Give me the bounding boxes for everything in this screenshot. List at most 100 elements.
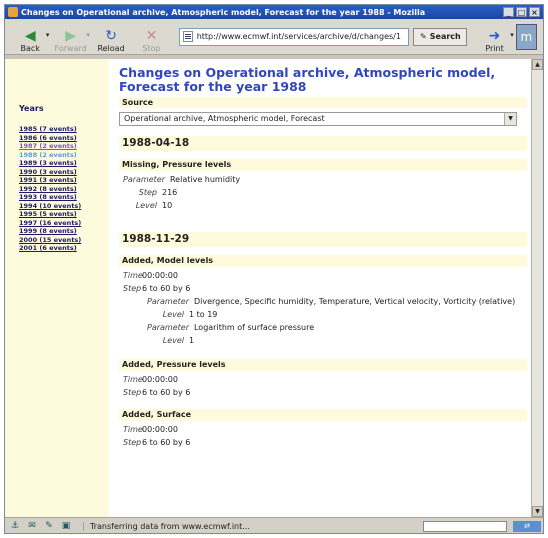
throbber-icon[interactable]: m — [515, 23, 537, 50]
years-sidebar: Years 1985 (7 events) 1986 (6 events) 1987… — [5, 59, 109, 517]
app-icon — [8, 7, 18, 17]
param-label: Parameter — [147, 323, 189, 332]
reload-button[interactable]: ↻ Reload — [92, 21, 130, 53]
sidebar-year-link[interactable]: 1989 (3 events) — [19, 159, 109, 168]
print-button[interactable]: ➜ Print ▾ — [475, 21, 513, 53]
title-bar[interactable]: Changes on Operational archive, Atmosphe… — [5, 5, 543, 19]
param-label: Parameter — [123, 175, 165, 184]
sidebar-year-link[interactable]: 1997 (16 events) — [19, 219, 109, 228]
minimize-button[interactable]: _ — [503, 7, 514, 17]
sidebar-year-link[interactable]: 1990 (3 events) — [19, 168, 109, 177]
browser-window: Changes on Operational archive, Atmosphe… — [4, 4, 544, 534]
param-value: Divergence, Specific humidity, Temperatu… — [193, 297, 516, 306]
source-select[interactable]: Operational archive, Atmospheric model, … — [119, 112, 517, 126]
param-value: Relative humidity — [169, 175, 241, 184]
param-value: Logarithm of surface pressure — [193, 323, 315, 332]
level-value: 1 — [189, 336, 195, 345]
mail-icon[interactable]: ✉ — [25, 520, 39, 532]
chevron-down-icon[interactable]: ▼ — [504, 113, 516, 125]
step-value: 216 — [162, 188, 178, 197]
stop-button[interactable]: ✕ Stop — [132, 21, 170, 53]
source-value: Operational archive, Atmospheric model, … — [124, 114, 325, 123]
url-text: http://www.ecmwf.int/services/archive/d/… — [196, 32, 401, 41]
reload-icon: ↻ — [105, 27, 117, 44]
back-arrow-icon: ◀ — [24, 27, 36, 44]
maximize-button[interactable]: □ — [516, 7, 527, 17]
page-icon — [182, 31, 193, 42]
address-bar[interactable]: http://www.ecmwf.int/services/archive/d/… — [178, 27, 410, 46]
sidebar-year-link[interactable]: 1995 (5 events) — [19, 210, 109, 219]
sidebar-year-link[interactable]: 1985 (7 events) — [19, 125, 109, 134]
close-button[interactable]: × — [529, 7, 540, 17]
sidebar-year-link[interactable]: 2000 (15 events) — [19, 236, 109, 245]
progress-bar — [423, 520, 507, 532]
sidebar-year-link[interactable]: 1992 (8 events) — [19, 185, 109, 194]
forward-label: Forward — [54, 43, 87, 53]
sidebar-year-link[interactable]: 2001 (6 events) — [19, 244, 109, 253]
chevron-down-icon[interactable]: ▾ — [510, 31, 514, 39]
status-bar: ⚓ ✉ ✎ ▣ Transferring data from www.ecmwf… — [5, 517, 543, 533]
step-value: 6 to 60 by 6 — [142, 438, 191, 447]
level-label: Level — [162, 310, 184, 319]
search-icon: ✎ — [420, 32, 427, 41]
forward-arrow-icon: ▶ — [65, 27, 77, 44]
sidebar-year-link[interactable]: 1991 (3 events) — [19, 176, 109, 185]
navigator-icon[interactable]: ⚓ — [8, 520, 22, 532]
time-value: 00:00:00 — [142, 425, 178, 434]
online-icon[interactable]: ⇄ — [513, 520, 541, 532]
step-value: 6 to 60 by 6 — [142, 388, 191, 397]
time-value: 00:00:00 — [142, 375, 178, 384]
event-group-heading: Added, Pressure levels — [119, 359, 527, 371]
sidebar-year-link[interactable]: 1987 (2 events) — [19, 142, 109, 151]
search-label: Search — [429, 32, 461, 41]
time-label: Time — [123, 271, 143, 280]
window-title: Changes on Operational archive, Atmosphe… — [21, 7, 426, 17]
sidebar-year-link[interactable]: 1994 (10 events) — [19, 202, 109, 211]
sidebar-year-link[interactable]: 1993 (8 events) — [19, 193, 109, 202]
event-date: 1988-11-29 — [119, 232, 527, 247]
print-icon: ➜ — [488, 27, 501, 44]
address-book-icon[interactable]: ▣ — [59, 520, 73, 532]
sidebar-year-link[interactable]: 1999 (8 events) — [19, 227, 109, 236]
level-label: Level — [162, 336, 184, 345]
status-text: Transferring data from www.ecmwf.int... — [83, 521, 423, 531]
level-value: 10 — [162, 201, 173, 210]
main-content: Changes on Operational archive, Atmosphe… — [109, 59, 533, 517]
chevron-down-icon[interactable]: ▾ — [86, 31, 90, 39]
forward-button[interactable]: ▶ Forward ▾ — [51, 21, 90, 53]
back-label: Back — [20, 43, 40, 53]
page-content: Years 1985 (7 events) 1986 (6 events) 1987… — [5, 59, 533, 517]
step-value: 6 to 60 by 6 — [142, 284, 191, 293]
event-group-heading: Added, Model levels — [119, 255, 527, 267]
event-date: 1988-04-18 — [119, 136, 527, 151]
scroll-down-icon[interactable]: ▼ — [532, 506, 543, 517]
vertical-scrollbar[interactable]: ▲ ▼ — [531, 59, 543, 517]
time-value: 00:00:00 — [142, 271, 178, 280]
page-title: Changes on Operational archive, Atmosphe… — [119, 65, 496, 94]
source-heading: Source — [119, 97, 527, 108]
step-label: Step — [123, 388, 142, 397]
sidebar-year-link[interactable]: 1988 (2 events) — [19, 151, 109, 160]
param-label: Parameter — [147, 297, 189, 306]
scroll-up-icon[interactable]: ▲ — [532, 59, 543, 70]
stop-label: Stop — [142, 43, 161, 53]
level-label: Level — [135, 201, 157, 210]
back-button[interactable]: ◀ Back ▾ — [11, 21, 50, 53]
print-label: Print — [485, 43, 504, 53]
navigation-toolbar: ◀ Back ▾ ▶ Forward ▾ ↻ Reload ✕ Stop htt… — [5, 19, 543, 55]
step-label: Step — [123, 438, 142, 447]
time-label: Time — [123, 375, 143, 384]
search-button[interactable]: ✎ Search — [413, 27, 468, 46]
years-list: 1985 (7 events) 1986 (6 events) 1987 (2 ev… — [19, 125, 109, 253]
event-group-heading: Added, Surface — [119, 409, 527, 421]
event-group-heading: Missing, Pressure levels — [119, 159, 527, 171]
reload-label: Reload — [97, 43, 125, 53]
stop-icon: ✕ — [145, 27, 158, 44]
time-label: Time — [123, 425, 143, 434]
level-value: 1 to 19 — [189, 310, 218, 319]
chevron-down-icon[interactable]: ▾ — [46, 31, 50, 39]
sidebar-year-link[interactable]: 1986 (6 events) — [19, 134, 109, 143]
step-label: Step — [138, 188, 157, 197]
step-label: Step — [123, 284, 142, 293]
composer-icon[interactable]: ✎ — [42, 520, 56, 532]
